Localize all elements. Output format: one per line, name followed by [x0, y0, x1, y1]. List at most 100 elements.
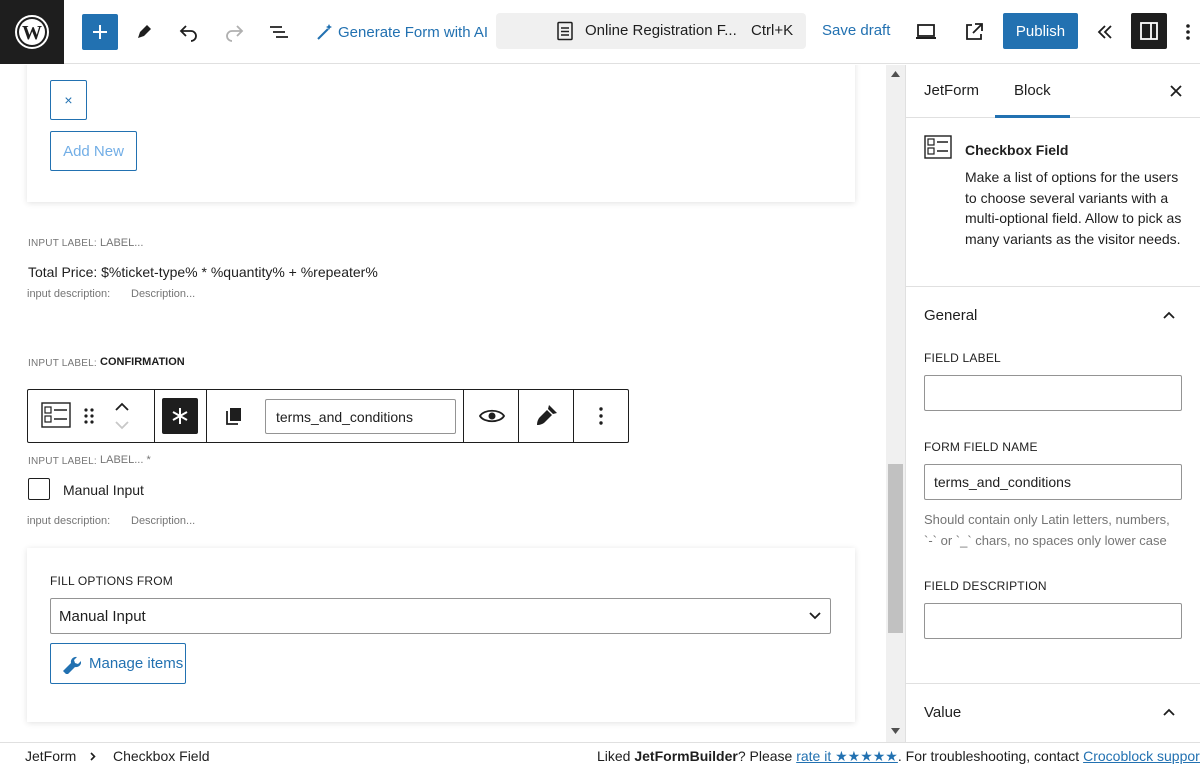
- view-post-button[interactable]: [956, 14, 992, 50]
- document-title: Online Registration F...: [585, 22, 737, 39]
- scroll-down-arrow-icon[interactable]: [891, 728, 900, 734]
- editor-footer: JetForm Checkbox Field Liked JetFormBuil…: [0, 742, 1200, 766]
- panel-value-title[interactable]: Value: [924, 704, 961, 721]
- panel-general-title[interactable]: General: [924, 307, 977, 324]
- fill-options-label: FILL OPTIONS FROM: [50, 574, 173, 588]
- brush-icon[interactable]: [535, 403, 559, 429]
- checkbox-field-icon[interactable]: [41, 402, 71, 428]
- footer-msg-suffix: . For troubleshooting, contact: [897, 748, 1084, 764]
- scrollbar-thumb[interactable]: [888, 464, 903, 633]
- style-group: [519, 390, 574, 442]
- asterisk-icon: [172, 408, 188, 424]
- more-vertical-icon[interactable]: [598, 406, 604, 426]
- chevron-down-icon[interactable]: [115, 420, 129, 430]
- support-link[interactable]: Crocoblock support: [1083, 748, 1200, 764]
- generate-ai-button[interactable]: Generate Form with AI: [316, 14, 488, 50]
- required-toggle-group: [155, 390, 207, 442]
- repeater-card: × Add New: [27, 65, 855, 202]
- tab-jetform[interactable]: JetForm: [924, 82, 979, 99]
- drag-handle-icon[interactable]: [83, 407, 95, 425]
- external-link-icon: [966, 23, 983, 40]
- sidebar-icon: [1140, 22, 1158, 40]
- canvas-scrollbar[interactable]: [886, 65, 905, 742]
- fill-options-select[interactable]: Manual Input: [50, 598, 831, 634]
- settings-sidebar-toggle[interactable]: [1131, 13, 1167, 49]
- chevron-up-icon: [1163, 708, 1175, 716]
- input-description-value[interactable]: Description...: [131, 515, 195, 527]
- editor-header: W Generate Form with AI Online Registrat…: [0, 0, 1200, 64]
- chevron-up-icon: [1163, 311, 1175, 319]
- scroll-up-arrow-icon[interactable]: [891, 71, 900, 77]
- wordpress-logo-icon[interactable]: W: [0, 0, 64, 64]
- option-checkbox[interactable]: [28, 478, 50, 500]
- input-label-value[interactable]: LABEL...: [100, 237, 143, 249]
- panel-value-toggle[interactable]: [1159, 702, 1179, 722]
- remove-item-button[interactable]: ×: [50, 80, 87, 120]
- breadcrumb-jetform[interactable]: JetForm: [25, 748, 76, 764]
- chevron-down-icon: [809, 612, 821, 620]
- chevron-up-icon[interactable]: [115, 402, 129, 412]
- more-vertical-icon: [1186, 24, 1190, 40]
- field-description-title: FIELD DESCRIPTION: [924, 579, 1047, 593]
- checkbox-field-icon: [924, 135, 952, 159]
- block-options-group: [574, 390, 628, 442]
- footer-msg-mid: ? Please: [737, 748, 797, 764]
- input-label-caption: INPUT LABEL:: [28, 238, 97, 249]
- divider: [906, 683, 1200, 684]
- eye-icon[interactable]: [479, 408, 505, 424]
- document-icon: [557, 21, 573, 41]
- generate-ai-label: Generate Form with AI: [338, 23, 489, 41]
- pen-icon: [138, 25, 151, 38]
- command-shortcut: Ctrl+K: [751, 22, 794, 39]
- input-label-caption: INPUT LABEL:: [28, 358, 97, 369]
- redo-button[interactable]: [216, 14, 252, 50]
- options-button[interactable]: [1176, 14, 1200, 50]
- form-field-name-help: Should contain only Latin letters, numbe…: [924, 512, 1170, 548]
- required-toggle-button[interactable]: [162, 398, 198, 434]
- input-label-caption: INPUT LABEL:: [28, 456, 97, 467]
- add-block-button[interactable]: [82, 14, 118, 50]
- calculated-price-text: Total Price: $%ticket-type% * %quantity%…: [28, 264, 378, 280]
- command-palette-button[interactable]: Online Registration F... Ctrl+K: [496, 13, 806, 49]
- breadcrumb-checkbox-field[interactable]: Checkbox Field: [113, 748, 210, 764]
- collapse-icon: [1097, 25, 1112, 39]
- svg-text:W: W: [22, 22, 42, 44]
- manage-items-button[interactable]: Manage items: [50, 643, 186, 684]
- field-label-input[interactable]: [924, 375, 1182, 411]
- close-icon: [1170, 85, 1182, 97]
- chevron-right-icon: [90, 752, 96, 761]
- visibility-group: [464, 390, 519, 442]
- input-label-value[interactable]: LABEL... *: [100, 454, 151, 466]
- field-description-input[interactable]: [924, 603, 1182, 639]
- input-description-value[interactable]: Description...: [131, 288, 195, 300]
- copy-icon[interactable]: [225, 407, 243, 425]
- tools-button[interactable]: [126, 14, 162, 50]
- active-tab-indicator: [995, 115, 1070, 118]
- collapse-button[interactable]: [1087, 14, 1123, 50]
- tab-block[interactable]: Block: [1014, 82, 1051, 99]
- footer-message: Liked JetFormBuilder? Please rate it ★★★…: [597, 748, 1200, 765]
- fill-options-selected: Manual Input: [59, 608, 146, 625]
- editor-canvas: × Add New INPUT LABEL: LABEL... Total Pr…: [0, 65, 886, 742]
- block-name: Checkbox Field: [965, 142, 1069, 158]
- rate-it-link[interactable]: rate it ★★★★★: [796, 748, 898, 764]
- list-view-button[interactable]: [261, 14, 297, 50]
- footer-msg-prefix: Liked: [597, 748, 635, 764]
- publish-button[interactable]: Publish: [1003, 13, 1078, 49]
- save-draft-button[interactable]: Save draft: [822, 22, 890, 39]
- preview-button[interactable]: [908, 14, 944, 50]
- input-label-value[interactable]: CONFIRMATION: [100, 356, 185, 368]
- desktop-preview-icon: [916, 24, 936, 39]
- footer-brand: JetFormBuilder: [634, 748, 738, 764]
- undo-icon: [179, 25, 197, 42]
- field-label-title: FIELD LABEL: [924, 351, 1001, 365]
- settings-sidebar: JetForm Block Checkbox Field Make a list…: [905, 65, 1200, 742]
- field-name-group: terms_and_conditions: [207, 390, 464, 442]
- form-field-name-input[interactable]: terms_and_conditions: [924, 464, 1182, 500]
- sidebar-tabs: JetForm Block: [906, 65, 1200, 118]
- field-name-input[interactable]: terms_and_conditions: [265, 399, 456, 434]
- add-new-button[interactable]: Add New: [50, 131, 137, 171]
- undo-button[interactable]: [171, 14, 207, 50]
- close-sidebar-button[interactable]: [1166, 81, 1186, 101]
- panel-general-toggle[interactable]: [1159, 305, 1179, 325]
